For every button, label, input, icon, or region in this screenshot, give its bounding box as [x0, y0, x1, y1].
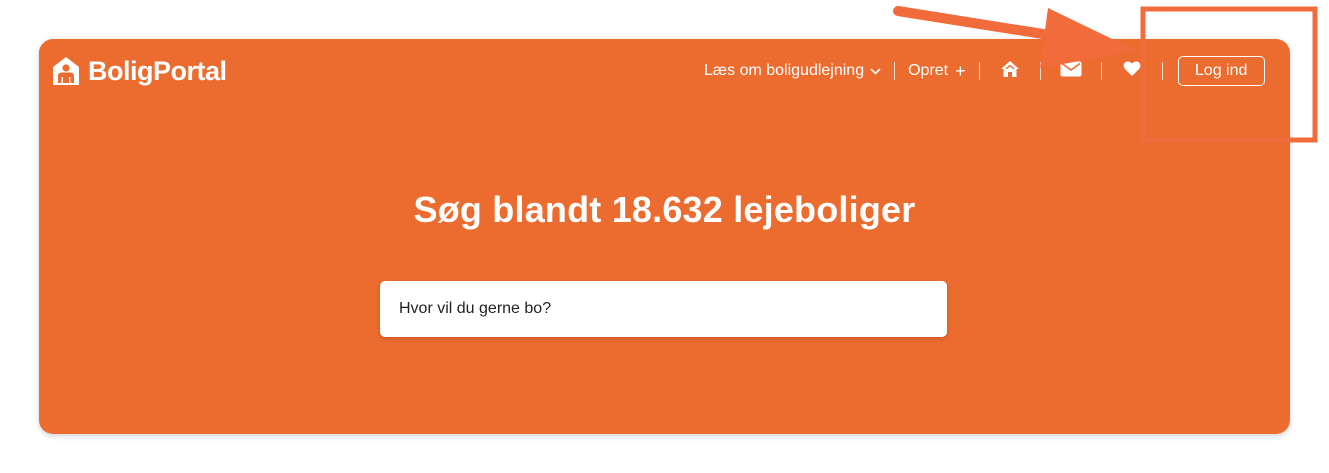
search-input[interactable] — [380, 281, 947, 337]
create-label: Opret — [908, 62, 949, 79]
nav-divider — [1039, 62, 1041, 80]
chevron-down-icon — [870, 62, 881, 80]
create-button[interactable]: Opret + — [908, 62, 966, 80]
brand-name: BoligPortal — [88, 55, 227, 86]
plus-icon: + — [955, 61, 966, 81]
search-box[interactable] — [380, 281, 947, 337]
nav-divider — [894, 62, 896, 80]
home-icon — [1000, 60, 1020, 83]
mail-icon — [1060, 61, 1082, 82]
heart-icon — [1123, 60, 1141, 82]
favorites-button[interactable] — [1115, 59, 1149, 83]
read-about-rental-label: Læs om boligudlejning — [704, 62, 865, 79]
login-button[interactable]: Log ind — [1177, 56, 1265, 86]
page-title: Søg blandt 18.632 lejeboliger — [413, 189, 916, 230]
brand-logo[interactable]: BoligPortal — [52, 53, 227, 89]
page: BoligPortal Læs om boligudlejning Opret … — [0, 0, 1329, 473]
nav-divider — [978, 62, 980, 80]
messages-button[interactable] — [1054, 59, 1088, 83]
house-logo-icon — [52, 56, 80, 86]
read-about-rental-menu[interactable]: Læs om boligudlejning — [704, 62, 881, 80]
top-nav: Læs om boligudlejning Opret + Log ind — [704, 56, 1265, 86]
nav-divider — [1100, 62, 1102, 80]
nav-divider — [1161, 62, 1163, 80]
hero-banner: BoligPortal Læs om boligudlejning Opret … — [39, 39, 1290, 434]
my-home-button[interactable] — [993, 59, 1027, 83]
